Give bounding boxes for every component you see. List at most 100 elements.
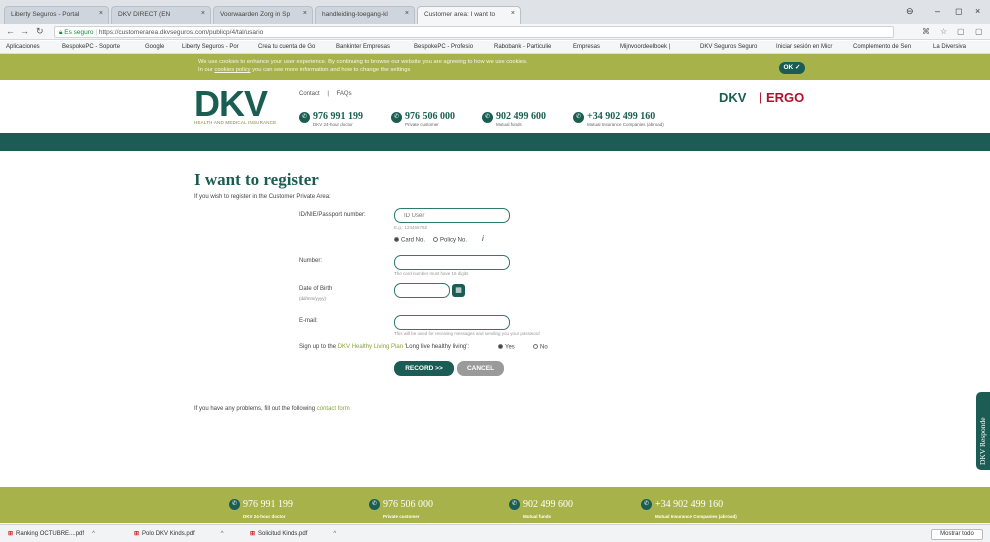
browser-tab[interactable]: Liberty Seguros - Portal × xyxy=(4,6,109,24)
star-icon[interactable]: ☆ xyxy=(940,27,947,36)
show-all-button[interactable]: Mostrar todo xyxy=(931,529,983,540)
phone-caption: Private customer xyxy=(405,122,439,127)
dkv-responde-tab[interactable]: DKV Responde xyxy=(976,392,990,470)
download-filename: Solicitud Kinds.pdf xyxy=(258,531,308,537)
contact-form-link[interactable]: contact form xyxy=(317,406,350,412)
phone-caption: Private customer xyxy=(383,514,420,519)
bookmark[interactable]: BespokePC - Profesio xyxy=(414,44,473,50)
phone-number: 902 499 600 xyxy=(496,111,546,122)
reload-icon[interactable]: ↻ xyxy=(36,26,44,37)
bookmark[interactable]: BespokePC - Soporte xyxy=(62,44,120,50)
back-icon[interactable]: ← xyxy=(6,26,15,36)
bookmark[interactable]: Mijnvoordeelboek | xyxy=(620,44,670,50)
signup-no-radio[interactable]: No xyxy=(533,344,548,351)
cookie-text-2: In our cookies policy you can see more i… xyxy=(198,67,410,73)
signup-yes-radio[interactable]: Yes xyxy=(498,344,515,351)
download-item[interactable]: ⊞ Ranking OCTUBRE....pdf ^ xyxy=(8,530,95,537)
dkv-logo[interactable]: DKV xyxy=(194,86,268,122)
brand-separator: | xyxy=(759,90,763,104)
tab-label: Liberty Seguros - Portal xyxy=(11,11,80,18)
bookmark[interactable]: La Diversiva xyxy=(933,44,966,50)
download-item[interactable]: ⊞ Polo DKV Kinds.pdf ^ xyxy=(134,530,224,537)
email-input[interactable] xyxy=(394,315,510,330)
browser-tab[interactable]: DKV DIRECT (EN × xyxy=(111,6,211,24)
restore-icon[interactable]: ◻ xyxy=(955,6,962,17)
number-hint: The card number must have 16 digits xyxy=(394,271,469,276)
problems-text-pre: If you have any problems, fill out the f… xyxy=(194,406,317,412)
phone-caption: Mutual funds xyxy=(523,514,551,519)
browser-tab[interactable]: handleiding-toegang-kl × xyxy=(315,6,415,24)
phone-number: 976 506 000 xyxy=(405,111,455,122)
minimize-icon[interactable]: – xyxy=(935,6,940,16)
close-icon[interactable]: × xyxy=(405,10,409,17)
faqs-link[interactable]: FAQs xyxy=(337,91,352,97)
phone-caption: DKV 24-hour doctor xyxy=(313,122,353,127)
close-icon[interactable]: × xyxy=(511,10,515,17)
radio-label: Card No. xyxy=(401,237,426,244)
bookmark[interactable]: Iniciar sesión en Micr xyxy=(776,44,832,50)
id-hint: E.g.: 12345678Z xyxy=(394,225,428,230)
bookmark[interactable]: Bankinter Empresas xyxy=(336,44,390,50)
record-button[interactable]: RECORD >> xyxy=(394,361,454,376)
bookmark[interactable]: Liberty Seguros - Por xyxy=(182,44,239,50)
bookmark[interactable]: Rabobank - Particulie xyxy=(494,44,551,50)
number-input[interactable] xyxy=(394,255,510,270)
url-input[interactable]: 🔒︎ Es seguro | https://customerarea.dkvs… xyxy=(54,26,894,38)
radio-icon xyxy=(433,237,438,242)
email-label: E-mail: xyxy=(299,318,318,324)
dob-label: Date of Birth xyxy=(299,286,333,292)
phone-number: 976 991 199 xyxy=(313,111,363,122)
phone-icon: ✆ xyxy=(299,112,310,123)
user-icon[interactable]: ⊖ xyxy=(906,6,914,17)
logo-tagline: HEALTH AND MEDICAL INSURANCE xyxy=(194,120,277,125)
id-input[interactable] xyxy=(394,208,510,223)
chevron-up-icon[interactable]: ^ xyxy=(92,531,95,537)
bookmark-apps[interactable]: Aplicaciones xyxy=(6,44,40,50)
cookie-text-post: you can see more information and how to … xyxy=(250,67,411,73)
close-icon[interactable]: × xyxy=(303,10,307,17)
signup-text: 'Long live healthy living': xyxy=(403,344,470,350)
contact-link[interactable]: Contact xyxy=(299,91,320,97)
dob-input[interactable] xyxy=(394,283,450,298)
page-title: I want to register xyxy=(194,170,319,189)
radio-label: No xyxy=(540,344,548,351)
browser-tab-active[interactable]: Customer area: I want to × xyxy=(417,6,521,24)
dob-format: (dd/mm/yyyy) xyxy=(299,296,326,301)
footer: ✆ 976 991 199 DKV 24-hour doctor ✆ 976 5… xyxy=(0,487,990,523)
radio-label: Yes xyxy=(505,344,515,351)
forward-icon[interactable]: → xyxy=(20,26,29,36)
radio-card-no[interactable]: Card No. xyxy=(394,237,425,244)
translate-icon[interactable]: ⌘ xyxy=(922,27,930,36)
side-tab-label: DKV Responde xyxy=(978,417,987,465)
email-hint: This will be used for receiving messages… xyxy=(394,331,540,336)
extension-icon[interactable]: ▢ xyxy=(975,27,983,36)
phone-caption: DKV 24-hour doctor xyxy=(243,514,286,519)
phone-number: 976 991 199 xyxy=(243,499,293,510)
download-item[interactable]: ⊞ Solicitud Kinds.pdf ^ xyxy=(250,530,336,537)
download-filename: Polo DKV Kinds.pdf xyxy=(142,531,195,537)
id-label: ID/NIE/Passport number: xyxy=(299,212,366,218)
info-icon[interactable]: i xyxy=(482,234,484,243)
bookmark[interactable]: Crea tu cuenta de Go xyxy=(258,44,315,50)
cancel-button[interactable]: CANCEL xyxy=(457,361,504,376)
healthy-plan-link[interactable]: DKV Healthy Living Plan xyxy=(338,344,403,350)
calendar-icon[interactable]: ▦ xyxy=(452,284,465,297)
bookmark[interactable]: Empresas xyxy=(573,44,600,50)
bookmark[interactable]: Complemento de Sen xyxy=(853,44,911,50)
radio-policy-no[interactable]: Policy No. xyxy=(433,237,467,244)
lock-icon: 🔒︎ xyxy=(59,29,63,36)
chevron-up-icon[interactable]: ^ xyxy=(333,531,336,537)
cookie-policy-link[interactable]: cookies policy xyxy=(214,67,250,73)
phone-number: +34 902 499 160 xyxy=(655,499,724,510)
close-window-icon[interactable]: × xyxy=(975,6,980,16)
cookie-ok-button[interactable]: OK ✓ xyxy=(779,62,805,74)
problems-text: If you have any problems, fill out the f… xyxy=(194,406,350,412)
secure-label: Es seguro xyxy=(64,29,94,36)
chevron-up-icon[interactable]: ^ xyxy=(221,531,224,537)
bookmark[interactable]: DKV Seguros Seguro xyxy=(700,44,757,50)
bookmark[interactable]: Google xyxy=(145,44,164,50)
close-icon[interactable]: × xyxy=(99,10,103,17)
browser-tab[interactable]: Voorwaarden Zorg in Sp × xyxy=(213,6,313,24)
close-icon[interactable]: × xyxy=(201,10,205,17)
extension-icon[interactable]: ▢ xyxy=(957,27,965,36)
